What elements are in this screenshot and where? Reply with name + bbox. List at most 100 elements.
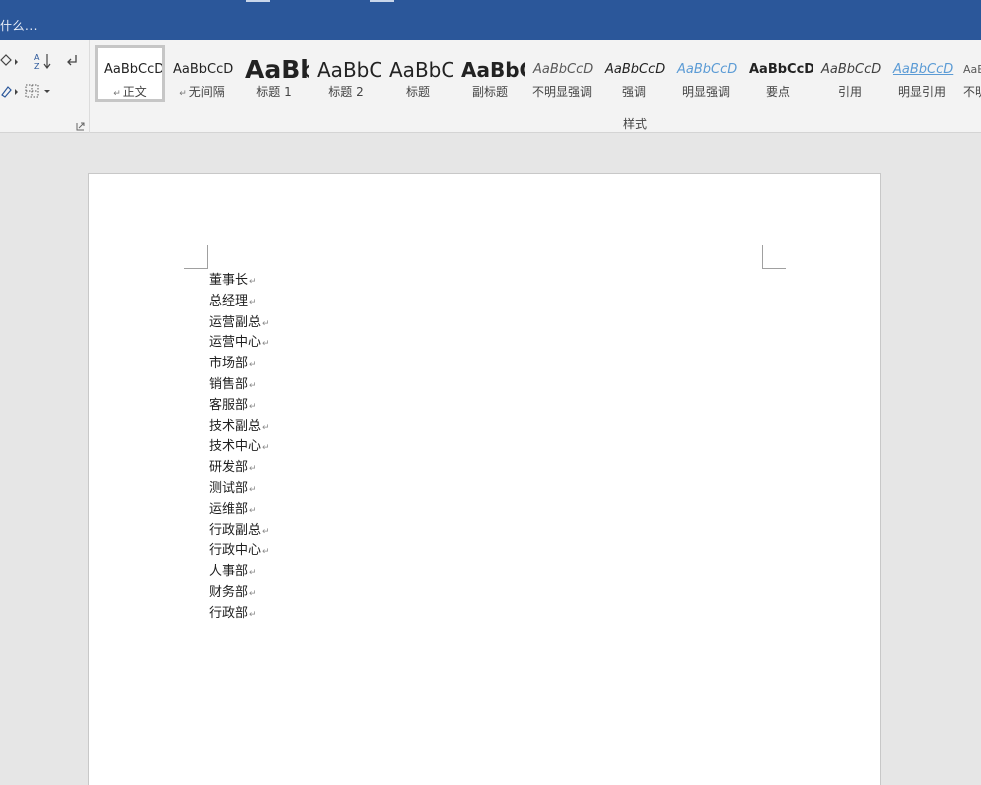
document-line[interactable]: 销售部↵ bbox=[209, 375, 270, 396]
style-preview: AaBbCcD bbox=[821, 62, 882, 77]
document-body[interactable]: 董事长↵ 总经理↵ 运营副总↵ 运营中心↵ 市场部↵ 销售部↵ 客服部↵ 技术副… bbox=[209, 271, 270, 625]
style-subtle-emphasis[interactable]: AaBbCcD 不明显强调 bbox=[527, 45, 597, 102]
document-line[interactable]: 行政部↵ bbox=[209, 604, 270, 625]
paragraph-mark-icon: ↵ bbox=[249, 568, 257, 579]
style-label: 明显强调 bbox=[681, 85, 730, 99]
paragraph-mark-icon: ↵ bbox=[262, 339, 270, 350]
title-bar: 什么... bbox=[0, 0, 981, 40]
paragraph-mark-icon: ↵ bbox=[179, 89, 187, 99]
style-preview: AaBbC bbox=[317, 58, 381, 82]
style-intense-quote[interactable]: AaBbCcD 明显引用 bbox=[887, 45, 957, 102]
ribbon: A Z AaBbCcD ↵ 正文 AaBbCcD ↵ 无间隔 AaB 标题 1 … bbox=[0, 40, 981, 133]
style-label: ↵ 正文 bbox=[113, 85, 147, 99]
style-emphasis[interactable]: AaBbCcD 强调 bbox=[599, 45, 669, 102]
document-line[interactable]: 行政副总↵ bbox=[209, 521, 270, 542]
paragraph-mark-icon: ↵ bbox=[249, 588, 257, 599]
style-label: 标题 2 bbox=[328, 85, 364, 99]
svg-text:Z: Z bbox=[34, 62, 40, 71]
document-area: 董事长↵ 总经理↵ 运营副总↵ 运营中心↵ 市场部↵ 销售部↵ 客服部↵ 技术副… bbox=[0, 134, 981, 785]
paragraph-mark-icon: ↵ bbox=[249, 380, 257, 391]
document-line[interactable]: 运营中心↵ bbox=[209, 333, 270, 354]
document-line[interactable]: 测试部↵ bbox=[209, 479, 270, 500]
borders-icon bbox=[25, 84, 50, 98]
paragraph-mark-icon bbox=[67, 55, 77, 66]
style-preview: AaBbCcD bbox=[173, 62, 234, 77]
style-preview: AaBbC bbox=[461, 58, 525, 82]
style-strong[interactable]: AaBbCcD 要点 bbox=[743, 45, 813, 102]
paragraph-mark-icon: ↵ bbox=[249, 297, 257, 308]
style-subtitle[interactable]: AaBbC 副标题 bbox=[455, 45, 525, 102]
margin-corner-top-left bbox=[184, 245, 208, 269]
style-title[interactable]: AaBbC 标题 bbox=[383, 45, 453, 102]
paragraph-mark-icon: ↵ bbox=[249, 277, 257, 287]
style-label: 不明显强调 bbox=[531, 85, 592, 99]
document-line[interactable]: 行政中心↵ bbox=[209, 541, 270, 562]
borders-button[interactable] bbox=[24, 82, 54, 100]
paragraph-mark-icon: ↵ bbox=[249, 401, 257, 412]
style-label: 强调 bbox=[621, 85, 646, 99]
style-preview: AaBbCcD bbox=[749, 62, 813, 77]
highlight-button[interactable] bbox=[0, 82, 22, 100]
document-line[interactable]: 总经理↵ bbox=[209, 292, 270, 313]
document-line[interactable]: 市场部↵ bbox=[209, 354, 270, 375]
paragraph-mark-icon: ↵ bbox=[262, 318, 270, 329]
title-fragment bbox=[370, 0, 394, 2]
paragraph-mark-icon: ↵ bbox=[249, 360, 257, 371]
style-label: 标题 bbox=[405, 85, 430, 99]
show-marks-button[interactable] bbox=[62, 52, 84, 70]
document-line[interactable]: 人事部↵ bbox=[209, 562, 270, 583]
paragraph-mark-icon: ↵ bbox=[113, 89, 121, 99]
style-label: 副标题 bbox=[471, 85, 508, 99]
paragraph-mark-icon: ↵ bbox=[262, 422, 270, 433]
paragraph-mark-icon: ↵ bbox=[262, 443, 270, 454]
style-label: 要点 bbox=[765, 85, 790, 99]
style-preview: AaBbC bbox=[389, 58, 453, 82]
paragraph-group: A Z bbox=[0, 40, 90, 133]
document-line[interactable]: 董事长↵ bbox=[209, 271, 270, 292]
document-line[interactable]: 运维部↵ bbox=[209, 500, 270, 521]
sort-button[interactable]: A Z bbox=[32, 50, 54, 72]
tell-me-search[interactable]: 什么... bbox=[0, 17, 38, 34]
style-label: 标题 1 bbox=[256, 85, 292, 99]
svg-text:A: A bbox=[34, 53, 40, 62]
style-preview: AaBb bbox=[245, 57, 309, 83]
document-line[interactable]: 客服部↵ bbox=[209, 396, 270, 417]
style-preview: AaBbCcD bbox=[605, 62, 666, 77]
style-label: 明显引用 bbox=[897, 85, 946, 99]
document-page[interactable]: 董事长↵ 总经理↵ 运营副总↵ 运营中心↵ 市场部↵ 销售部↵ 客服部↵ 技术副… bbox=[88, 173, 881, 785]
style-preview: AaBbCcD bbox=[104, 62, 162, 77]
paragraph-mark-icon: ↵ bbox=[249, 609, 257, 620]
style-preview: AaBbCcD bbox=[533, 62, 594, 77]
highlighter-icon bbox=[1, 86, 18, 98]
dialog-launcher-icon[interactable] bbox=[76, 120, 85, 131]
paragraph-mark-icon: ↵ bbox=[249, 505, 257, 516]
sort-az-icon: A Z bbox=[34, 53, 51, 71]
style-preview: AaBbCcD bbox=[677, 62, 738, 77]
style-quote[interactable]: AaBbCcD 引用 bbox=[815, 45, 885, 102]
paragraph-mark-icon: ↵ bbox=[262, 526, 270, 537]
style-label: ↵ 无间隔 bbox=[179, 85, 225, 99]
margin-corner-top-right bbox=[762, 245, 786, 269]
style-preview: AaBbCcD bbox=[893, 62, 954, 77]
styles-gallery: AaBbCcD ↵正文 AaBbCcD ↵无间隔 AaBb 标题 1 AaBbC… bbox=[95, 45, 981, 105]
style-label: 引用 bbox=[837, 85, 862, 99]
document-line[interactable]: 技术中心↵ bbox=[209, 437, 270, 458]
style-preview: AaBbCcD bbox=[963, 63, 981, 76]
style-heading-1[interactable]: AaBb 标题 1 bbox=[239, 45, 309, 102]
document-line[interactable]: 研发部↵ bbox=[209, 458, 270, 479]
style-intense-emphasis[interactable]: AaBbCcD 明显强调 bbox=[671, 45, 741, 102]
styles-group-label: 样式 bbox=[622, 117, 647, 131]
document-line[interactable]: 运营副总↵ bbox=[209, 313, 270, 334]
paragraph-mark-icon: ↵ bbox=[249, 464, 257, 475]
shading-button[interactable] bbox=[0, 52, 20, 70]
document-line[interactable]: 技术副总↵ bbox=[209, 417, 270, 438]
style-label: 不明 bbox=[963, 85, 981, 99]
style-heading-2[interactable]: AaBbC 标题 2 bbox=[311, 45, 381, 102]
style-normal[interactable]: AaBbCcD ↵ 正文 bbox=[95, 45, 165, 102]
paragraph-mark-icon: ↵ bbox=[262, 547, 270, 558]
document-line[interactable]: 财务部↵ bbox=[209, 583, 270, 604]
paragraph-mark-icon: ↵ bbox=[249, 484, 257, 495]
title-fragment bbox=[246, 0, 270, 2]
style-no-spacing[interactable]: AaBbCcD ↵ 无间隔 bbox=[167, 45, 237, 102]
style-subtle-reference[interactable]: AaBbCcD 不明 bbox=[959, 45, 981, 102]
